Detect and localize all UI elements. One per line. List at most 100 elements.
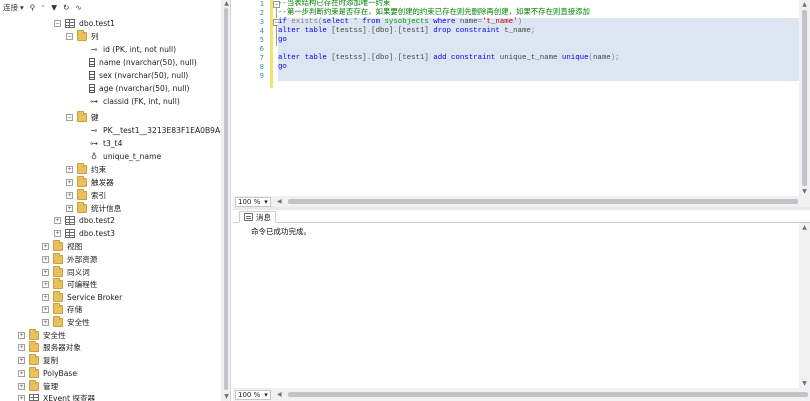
code-line[interactable]: if exists(select * from sysobjects where…	[278, 18, 522, 27]
expand-icon[interactable]: +	[54, 217, 61, 224]
tree-node-label: 触发器	[91, 178, 114, 187]
tree-node[interactable]: + dbo.test3	[54, 227, 115, 240]
connect-button[interactable]: 连接 ▾	[3, 1, 24, 13]
tree-node[interactable]: ⊶ t3_t4	[78, 137, 122, 150]
tree-node-label: 统计信息	[91, 204, 122, 213]
code-line[interactable]: alter table [testss].[dbo].[test1] drop …	[278, 27, 535, 36]
tree-node[interactable]: ♁ unique_t_name	[78, 150, 161, 163]
tree-node[interactable]: + PolyBase	[18, 367, 77, 380]
collapse-icon[interactable]: −	[54, 20, 61, 27]
expand-icon[interactable]: +	[18, 370, 25, 377]
scrollbar-thumb[interactable]	[802, 10, 807, 186]
scroll-left-arrow-icon[interactable]: ◀	[276, 391, 283, 398]
tree-node[interactable]: ⊶ classid (FK, int, null)	[78, 95, 180, 108]
messages-scrollbar[interactable]: ▲ ▼	[799, 223, 810, 388]
scrollbar-thumb[interactable]	[224, 8, 228, 390]
tree-node[interactable]: + 约束	[66, 163, 106, 176]
foreign-key-icon: ⊶	[90, 139, 98, 148]
tree-node[interactable]: + 服务器对象	[18, 341, 81, 354]
disconnect-icon[interactable]: ⁼	[41, 1, 45, 13]
tree-node[interactable]: + 触发器	[66, 176, 114, 189]
tree-node-label: 安全性	[43, 331, 66, 340]
tree-node-label: 约束	[91, 165, 107, 174]
tree-node[interactable]: − dbo.test1	[54, 17, 115, 30]
object-explorer-toolbar: 连接 ▾ ⚲ ⁼ ▼ ↻ ∿	[0, 0, 222, 14]
code-line[interactable]: go	[278, 63, 287, 72]
expand-icon[interactable]: +	[18, 357, 25, 364]
tree-node[interactable]: + 视图	[42, 240, 82, 253]
code-line[interactable]: --当表结构已存在时添加唯一约束	[278, 0, 390, 9]
tree-node[interactable]: + 索引	[66, 189, 106, 202]
scroll-up-arrow-icon[interactable]: ▲	[801, 224, 808, 231]
expand-icon[interactable]: +	[54, 230, 61, 237]
tree-node[interactable]: + dbo.test2	[54, 214, 115, 227]
scroll-up-arrow-icon[interactable]: ▲	[223, 0, 230, 7]
expand-icon[interactable]: +	[18, 344, 25, 351]
tree-node[interactable]: ⊸ PK__test1__3213E83F1EA0B9A4	[78, 124, 225, 137]
expand-icon[interactable]: +	[18, 383, 25, 390]
code-line[interactable]: go	[278, 36, 287, 45]
expand-icon[interactable]: +	[18, 332, 25, 339]
folder-icon	[53, 278, 63, 289]
code-area[interactable]: --当表结构已存在时添加唯一约束 --第一步判断约束是否存在，如果要创建的约束已存…	[278, 0, 799, 196]
refresh-icon[interactable]: ↻	[63, 1, 69, 13]
expand-icon[interactable]: +	[66, 205, 73, 212]
scroll-left-arrow-icon[interactable]: ◀	[276, 198, 283, 205]
editor-horizontal-scrollbar[interactable]: ◀	[274, 197, 807, 206]
expand-icon[interactable]: +	[66, 192, 73, 199]
results-horizontal-scrollbar[interactable]: ◀	[274, 390, 808, 399]
code-token: alter table	[278, 27, 327, 35]
object-explorer-scrollbar[interactable]: ▲ ▼	[221, 0, 230, 401]
expand-icon[interactable]: +	[42, 256, 49, 263]
scroll-up-arrow-icon[interactable]: ▲	[801, 1, 808, 8]
connect-icon[interactable]: ⚲	[30, 1, 36, 13]
tree-node[interactable]: age (nvarchar(50), null)	[78, 82, 189, 95]
collapse-icon[interactable]: −	[66, 33, 73, 40]
tree-node[interactable]: − 列	[66, 30, 99, 43]
expand-icon[interactable]: +	[42, 319, 49, 326]
query-editor[interactable]: 123456789 − − --当表结构已存在时添加唯一约束 --第一步判断约束是…	[233, 0, 799, 196]
scroll-down-arrow-icon[interactable]: ▼	[801, 380, 808, 387]
results-zoom-dropdown[interactable]: 100 % ▾	[235, 389, 271, 400]
expand-icon[interactable]: +	[42, 269, 49, 276]
line-number: 7	[259, 54, 264, 62]
expand-icon[interactable]: +	[42, 243, 49, 250]
scroll-down-arrow-icon[interactable]: ▼	[801, 188, 808, 195]
code-line[interactable]: alter table [testss].[dbo].[test1] add c…	[278, 54, 620, 63]
scroll-down-arrow-icon[interactable]: ▼	[223, 393, 230, 400]
tree-node[interactable]: + 复制	[18, 354, 58, 367]
expand-icon[interactable]: +	[66, 179, 73, 186]
tree-node[interactable]: + 安全性	[42, 316, 90, 329]
expand-icon[interactable]: +	[18, 395, 25, 401]
scrollbar-thumb[interactable]	[287, 199, 798, 204]
chevron-down-icon: ▾	[20, 2, 24, 12]
table-icon	[65, 229, 75, 238]
code-line[interactable]: --第一步判断约束是否存在，如果要创建的约束已存在则先删除再创建，如果不存在则直…	[278, 9, 590, 18]
expand-icon[interactable]: +	[42, 281, 49, 288]
tree-node[interactable]: ⊸ id (PK, int, not null)	[78, 43, 176, 56]
code-token: name	[455, 18, 478, 26]
tree-node[interactable]: + 可编程性	[42, 278, 97, 291]
messages-pane[interactable]: 命令已成功完成。	[233, 223, 799, 388]
tree-node-label: 索引	[91, 191, 107, 200]
tree-node[interactable]: + XEvent 探查器	[18, 392, 95, 401]
activity-monitor-icon[interactable]: ∿	[75, 1, 81, 13]
line-number: 5	[259, 36, 264, 44]
scrollbar-thumb[interactable]	[287, 392, 808, 397]
expand-icon[interactable]: +	[66, 166, 73, 173]
tab-messages[interactable]: 消息	[239, 211, 276, 223]
editor-zoom-dropdown[interactable]: 100 % ▾	[235, 196, 271, 207]
tree-node[interactable]: − 键	[66, 111, 99, 124]
tree-node[interactable]: + 外部资源	[42, 253, 97, 266]
expand-icon[interactable]: +	[42, 294, 49, 301]
filter-icon[interactable]: ▼	[51, 1, 57, 13]
code-token: sysobjects	[380, 18, 434, 26]
expand-icon[interactable]: +	[42, 306, 49, 313]
code-token: go	[278, 63, 287, 71]
editor-scrollbar[interactable]: ▲ ▼	[799, 0, 810, 196]
column-icon	[89, 84, 95, 93]
tree-node[interactable]: sex (nvarchar(50), null)	[78, 69, 188, 82]
tree-node[interactable]: + 存储	[42, 303, 82, 316]
tree-node[interactable]: name (nvarchar(50), null)	[78, 56, 197, 69]
collapse-icon[interactable]: −	[66, 114, 73, 121]
